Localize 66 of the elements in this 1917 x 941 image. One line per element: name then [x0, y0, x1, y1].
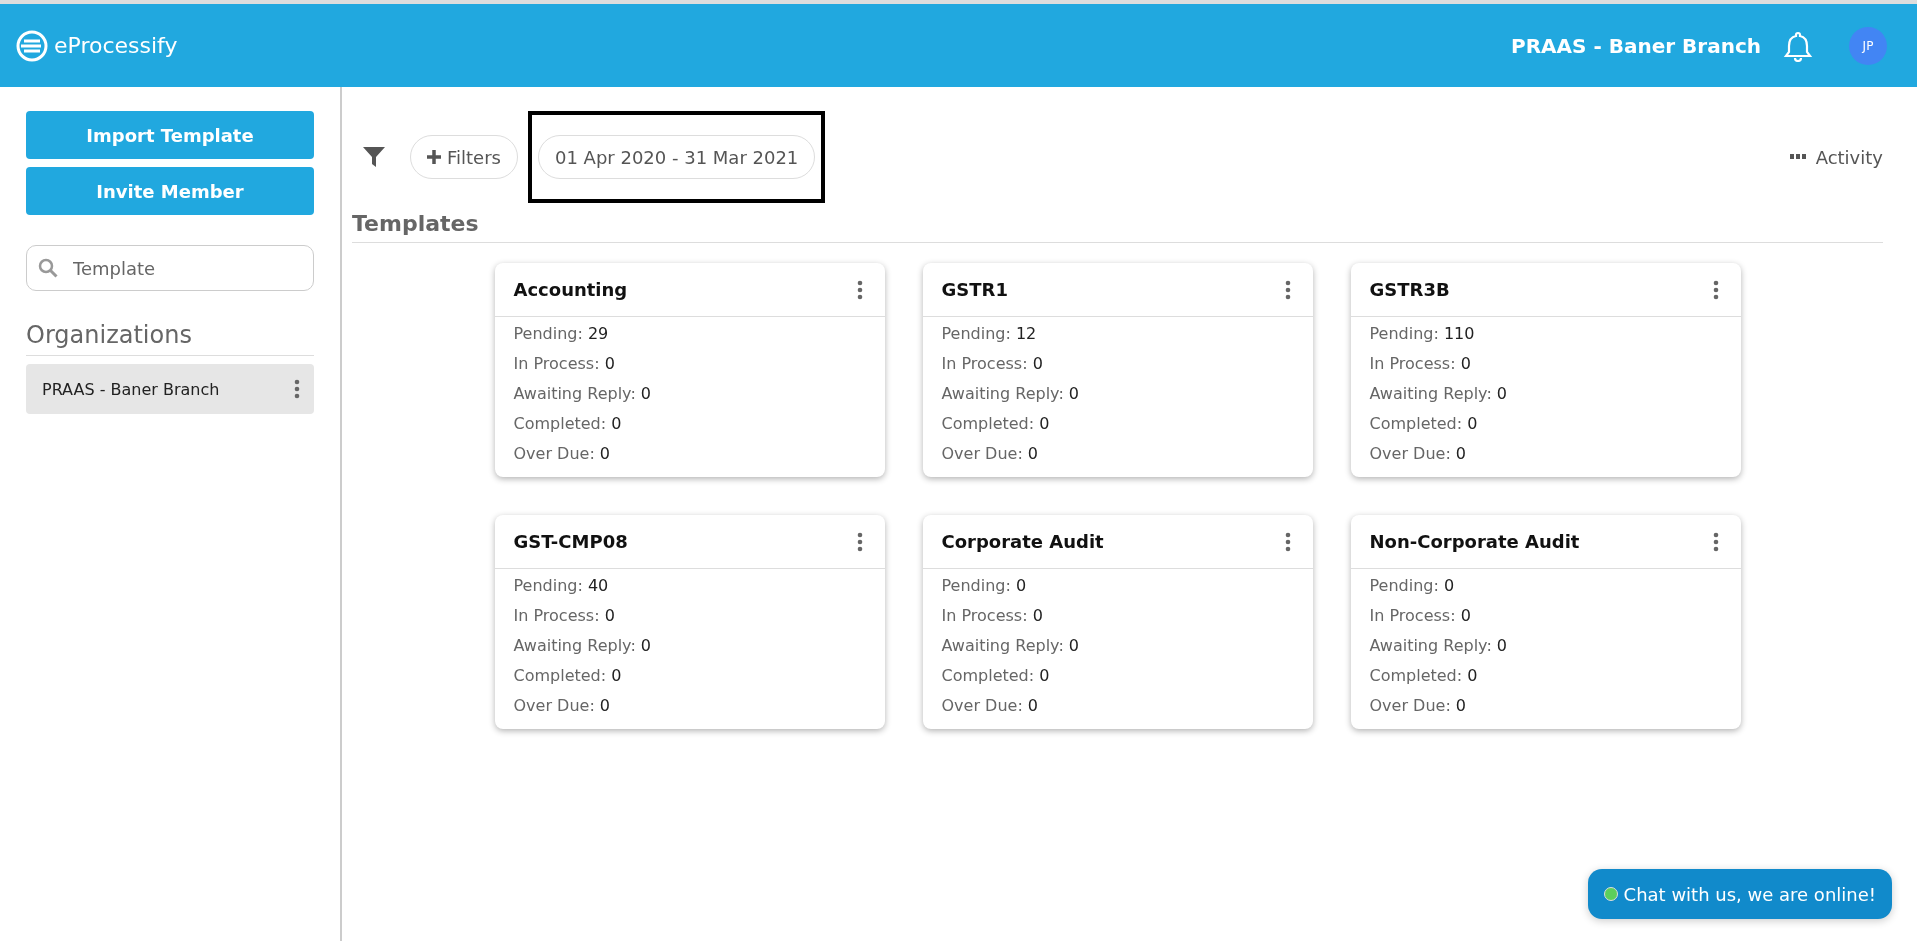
card-title: Non-Corporate Audit	[1369, 531, 1580, 552]
logo-text: eProcessify	[54, 33, 178, 58]
branch-name: PRAAS - Baner Branch	[1511, 33, 1761, 58]
card-title: GSTR1	[941, 279, 1008, 300]
stat-text: Completed: 0	[941, 665, 1050, 687]
stat-text: Completed: 0	[1369, 413, 1478, 435]
activity-link[interactable]: Activity	[1815, 146, 1883, 168]
stat-text: In Process: 0	[513, 605, 615, 627]
stat-text: Completed: 0	[513, 413, 622, 435]
stat-text: Pending: 110	[1369, 323, 1475, 345]
search-icon	[38, 258, 58, 278]
stat-text: Over Due: 0	[1369, 443, 1467, 465]
more-icon[interactable]	[1789, 154, 1806, 160]
section-heading: Organizations	[26, 321, 314, 356]
date-range-button[interactable]: 01 Apr 2020 - 31 Mar 2021	[537, 135, 816, 179]
card-title: Accounting	[513, 279, 628, 300]
template-card[interactable]: GSTR1 Pending: 12 In Process: 0 Awaiting Reply: 0 Completed: 0 Over Due: 0	[922, 263, 1313, 477]
stat-text: Pending: 0	[941, 575, 1027, 597]
filter-icon[interactable]	[362, 145, 386, 169]
user-avatar[interactable]: JP	[1849, 26, 1887, 65]
stat-text: Pending: 0	[1369, 575, 1455, 597]
stat-text: Awaiting Reply: 0	[1369, 383, 1508, 405]
more-options-icon[interactable]	[1284, 279, 1291, 300]
more-options-icon[interactable]	[294, 379, 300, 399]
stat-text: In Process: 0	[513, 353, 615, 375]
stat-text: Completed: 0	[513, 665, 622, 687]
template-card[interactable]: GSTR3B Pending: 110 In Process: 0 Awaiting Reply: 0 Completed: 0 Over Due: 0	[1350, 263, 1741, 477]
card-title: Corporate Audit	[941, 531, 1104, 552]
card-title: GSTR3B	[1369, 279, 1450, 300]
stat-text: In Process: 0	[941, 605, 1043, 627]
template-card[interactable]: Non-Corporate Audit Pending: 0 In Process: 0 Awaiting Reply: 0 Completed: 0 Over Due: 0	[1350, 515, 1741, 729]
stat-text: Awaiting Reply: 0	[941, 635, 1080, 657]
stat-text: In Process: 0	[941, 353, 1043, 375]
plus-icon	[427, 150, 441, 164]
template-card[interactable]: Accounting Pending: 29 In Process: 0 Awaiting Reply: 0 Completed: 0 Over Due: 0	[494, 263, 885, 477]
more-options-icon[interactable]	[856, 279, 863, 300]
stat-text: Completed: 0	[941, 413, 1050, 435]
stat-text: Over Due: 0	[941, 443, 1039, 465]
chat-button[interactable]: Chat with us, we are online!	[1587, 869, 1892, 919]
logo-icon	[16, 29, 48, 62]
stat-text: Pending: 12	[941, 323, 1037, 345]
stat-text: In Process: 0	[1369, 353, 1471, 375]
more-options-icon[interactable]	[1712, 531, 1719, 552]
bell-icon[interactable]	[1783, 29, 1813, 62]
stat-text: Awaiting Reply: 0	[513, 635, 652, 657]
stat-text: Over Due: 0	[941, 695, 1039, 717]
stat-text: Completed: 0	[1369, 665, 1478, 687]
stat-text: Over Due: 0	[513, 695, 611, 717]
template-card[interactable]: GST-CMP08 Pending: 40 In Process: 0 Awaiting Reply: 0 Completed: 0 Over Due: 0	[494, 515, 885, 729]
stat-text: Awaiting Reply: 0	[513, 383, 652, 405]
more-options-icon[interactable]	[1712, 279, 1719, 300]
stat-text: Awaiting Reply: 0	[1369, 635, 1508, 657]
card-title: GST-CMP08	[513, 531, 628, 552]
stat-text: Awaiting Reply: 0	[941, 383, 1080, 405]
filters-button[interactable]: Filters	[410, 135, 518, 179]
stat-text: Over Due: 0	[1369, 695, 1467, 717]
stat-text: In Process: 0	[1369, 605, 1471, 627]
organization-item[interactable]: PRAAS - Baner Branch	[26, 364, 314, 414]
stat-text: Over Due: 0	[513, 443, 611, 465]
more-options-icon[interactable]	[1284, 531, 1291, 552]
stat-text: Pending: 29	[513, 323, 609, 345]
stat-text: Pending: 40	[513, 575, 609, 597]
search-field[interactable]: Template	[26, 245, 314, 291]
template-card[interactable]: Corporate Audit Pending: 0 In Process: 0 Awaiting Reply: 0 Completed: 0 Over Due: 0	[922, 515, 1313, 729]
section-title: Templates	[352, 207, 1883, 243]
more-options-icon[interactable]	[856, 531, 863, 552]
